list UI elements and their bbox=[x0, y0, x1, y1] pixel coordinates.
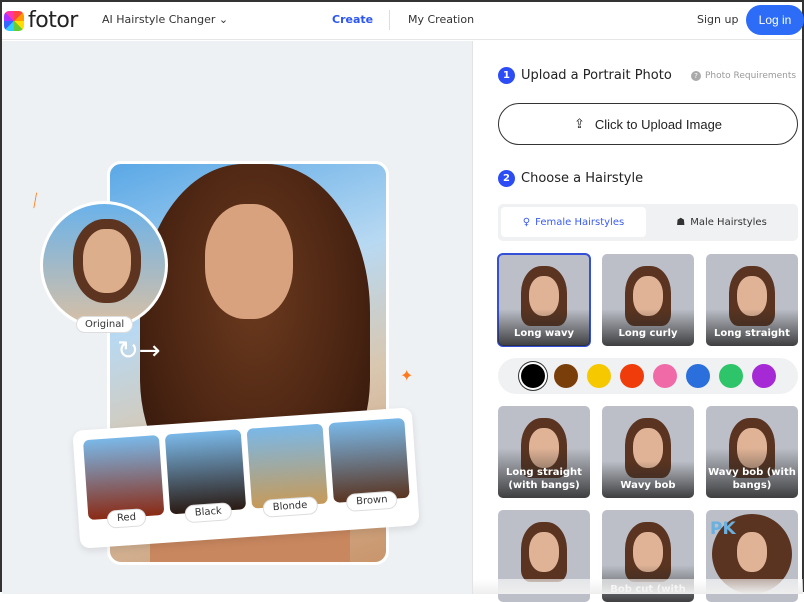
color-swatch[interactable] bbox=[719, 364, 743, 388]
hair-color-picker bbox=[498, 358, 798, 394]
variant-label: Blonde bbox=[262, 496, 318, 518]
nav-my-creation[interactable]: My Creation bbox=[408, 13, 474, 26]
upload-button[interactable]: ⇪ Click to Upload Image bbox=[498, 103, 798, 145]
hairstyle-card[interactable]: Long straight bbox=[706, 254, 798, 346]
color-swatch[interactable] bbox=[752, 364, 776, 388]
hairstyle-card[interactable]: Wavy bob bbox=[602, 406, 694, 498]
chevron-down-icon: ⌄ bbox=[218, 13, 229, 26]
hairstyle-label: Long curly bbox=[602, 309, 694, 346]
photo-requirements-link[interactable]: ? Photo Requirements bbox=[691, 71, 796, 81]
male-hair-icon: ☗ bbox=[676, 216, 686, 228]
showcase-panel: ⟋ Original ↻→ ✦ Red Black Blonde Brown bbox=[2, 41, 472, 594]
color-swatch[interactable] bbox=[620, 364, 644, 388]
upload-icon: ⇪ bbox=[573, 116, 585, 131]
watermark: PK bbox=[710, 519, 736, 539]
face-shape bbox=[205, 204, 293, 319]
color-swatch[interactable] bbox=[587, 364, 611, 388]
product-dropdown[interactable]: AI Hairstyle Changer ⌄ bbox=[102, 13, 228, 26]
step-title: Choose a Hairstyle bbox=[521, 171, 644, 186]
top-nav: fotor AI Hairstyle Changer ⌄ Create My C… bbox=[2, 2, 804, 40]
step-title: Upload a Portrait Photo bbox=[521, 68, 672, 83]
step-2-heading: 2 Choose a Hairstyle bbox=[498, 170, 643, 187]
variant-thumb: Black bbox=[164, 429, 247, 524]
color-swatch[interactable] bbox=[686, 364, 710, 388]
requirements-label: Photo Requirements bbox=[705, 71, 797, 81]
product-label: AI Hairstyle Changer bbox=[102, 13, 216, 26]
help-icon: ? bbox=[691, 71, 701, 81]
hairstyle-card[interactable]: Long curly bbox=[602, 254, 694, 346]
step-number: 1 bbox=[498, 67, 515, 84]
tab-male-hairstyles[interactable]: ☗ Male Hairstyles bbox=[648, 207, 795, 237]
step-number: 2 bbox=[498, 170, 515, 187]
hairstyle-card[interactable]: Long wavy bbox=[497, 253, 591, 347]
female-hair-icon: ♀ bbox=[522, 216, 531, 228]
face-shape bbox=[83, 229, 131, 293]
fotor-logo[interactable]: fotor bbox=[4, 8, 78, 33]
hairstyle-label: Long wavy bbox=[498, 309, 590, 346]
variant-label: Red bbox=[106, 508, 147, 529]
tab-label: Male Hairstyles bbox=[690, 216, 767, 228]
variant-label: Black bbox=[184, 502, 233, 524]
variant-label: Brown bbox=[345, 490, 399, 513]
tab-label: Female Hairstyles bbox=[535, 216, 625, 228]
logo-icon bbox=[4, 10, 24, 31]
login-button[interactable]: Log in bbox=[746, 5, 804, 35]
hairstyle-card[interactable]: Long straight (with bangs) bbox=[498, 406, 590, 498]
color-swatch[interactable] bbox=[653, 364, 677, 388]
variant-thumb: Blonde bbox=[246, 423, 328, 518]
color-variants-strip: Red Black Blonde Brown bbox=[72, 407, 420, 549]
logo-text: fotor bbox=[28, 8, 78, 33]
hairstyle-label: Long straight bbox=[706, 309, 798, 346]
variant-thumb: Brown bbox=[328, 417, 410, 513]
hairstyle-label: Wavy bob bbox=[602, 461, 694, 498]
settings-panel: 1 Upload a Portrait Photo ? Photo Requirem… bbox=[472, 41, 803, 602]
original-label: Original bbox=[76, 316, 134, 333]
hairstyle-label: Wavy bob (with bangs) bbox=[706, 448, 798, 498]
hairstyle-label: Long straight (with bangs) bbox=[498, 448, 590, 498]
face-shape bbox=[529, 532, 559, 572]
upload-label: Click to Upload Image bbox=[594, 116, 723, 132]
gender-tabs: ♀ Female Hairstyles ☗ Male Hairstyles bbox=[498, 204, 798, 241]
variant-thumb: Red bbox=[82, 434, 165, 529]
divider bbox=[389, 10, 390, 30]
sparkle-icon: ✦ bbox=[400, 366, 414, 385]
face-shape bbox=[737, 532, 767, 572]
sparkle-icon: ⟋ bbox=[25, 189, 45, 212]
hairstyle-card[interactable]: Wavy bob (with bangs) bbox=[706, 406, 798, 498]
step-1-heading: 1 Upload a Portrait Photo bbox=[498, 67, 672, 84]
color-swatch[interactable] bbox=[554, 364, 578, 388]
tab-female-hairstyles[interactable]: ♀ Female Hairstyles bbox=[501, 207, 646, 237]
nav-create[interactable]: Create bbox=[332, 13, 373, 26]
color-swatch[interactable] bbox=[521, 364, 545, 388]
arrow-icon: ↻→ bbox=[117, 336, 161, 366]
original-photo bbox=[40, 201, 168, 329]
signup-link[interactable]: Sign up bbox=[697, 13, 738, 26]
